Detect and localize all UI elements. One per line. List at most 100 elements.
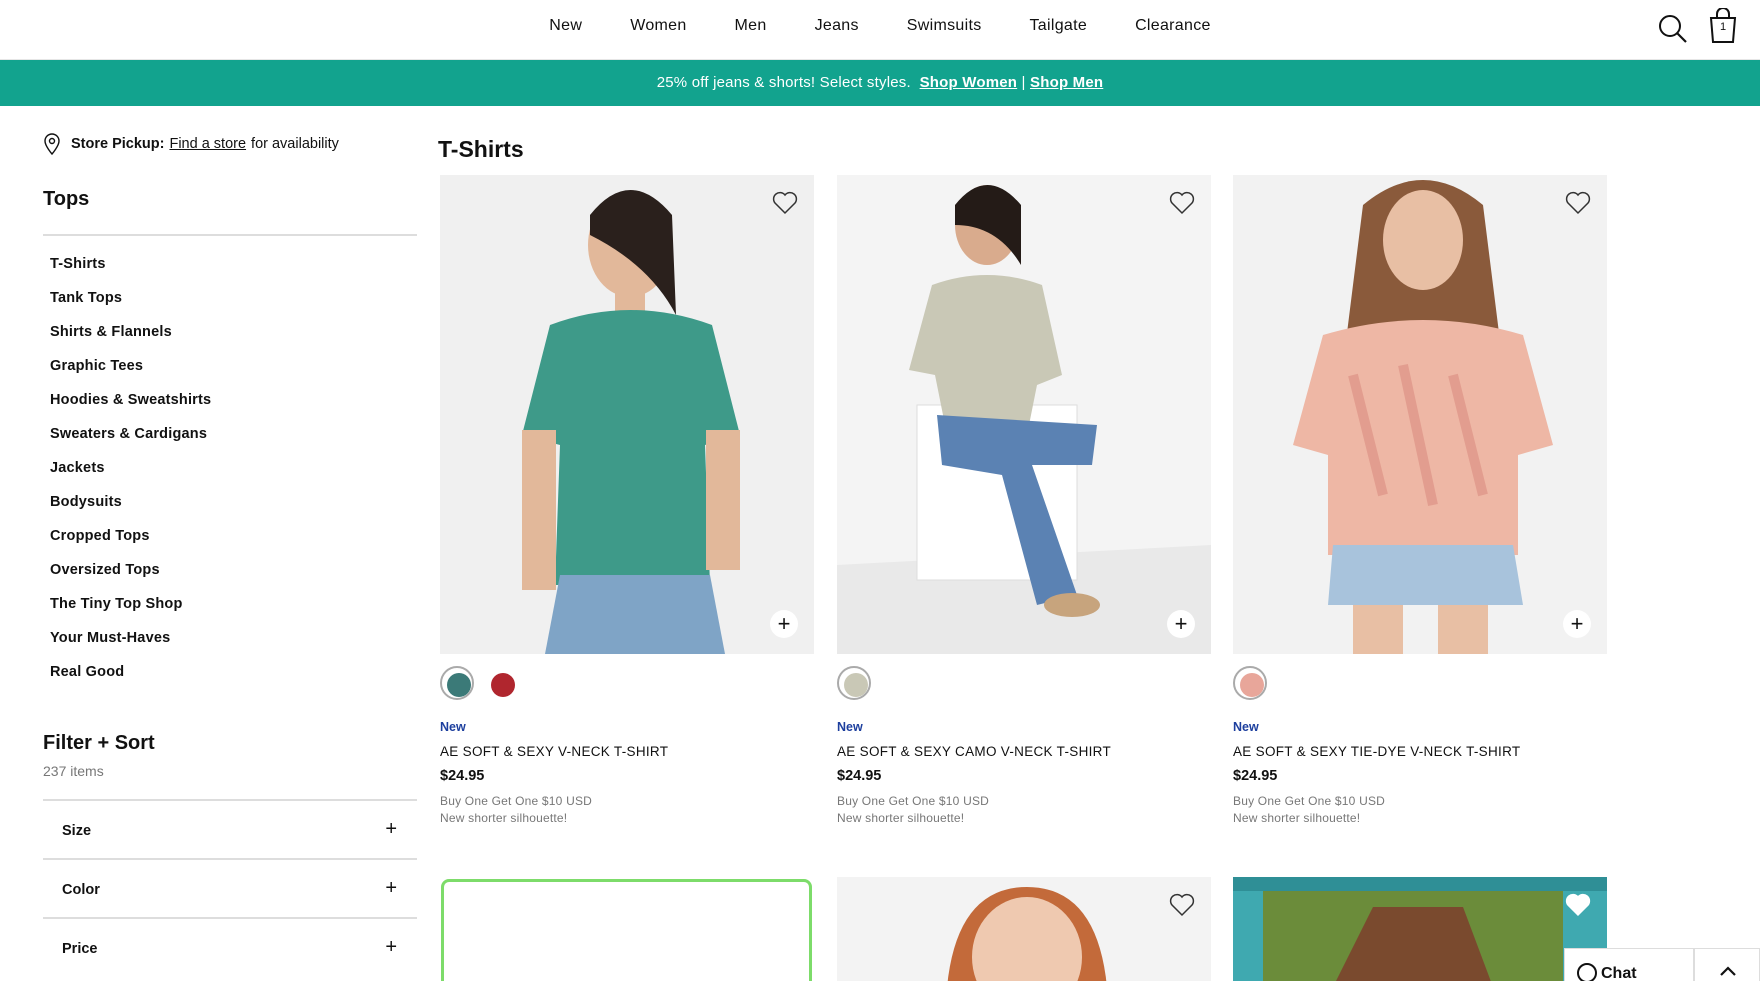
- promo-text: 25% off jeans & shorts! Select styles.: [656, 74, 911, 91]
- bag-count: 1: [1719, 21, 1727, 33]
- add-icon[interactable]: +: [1563, 610, 1591, 638]
- filter-size[interactable]: Size +: [43, 799, 417, 858]
- product-promo: Buy One Get One $10 USD: [440, 794, 593, 808]
- divider: [43, 234, 417, 236]
- category-bodysuits[interactable]: Bodysuits: [50, 488, 417, 522]
- category-sweaters-cardigans[interactable]: Sweaters & Cardigans: [50, 420, 417, 454]
- product-name[interactable]: AE SOFT & SEXY TIE-DYE V-NECK T-SHIRT: [1233, 744, 1607, 759]
- nav-link-swimsuits[interactable]: Swimsuits: [883, 17, 1006, 35]
- model-photo: [1233, 877, 1607, 981]
- product-image[interactable]: +: [837, 175, 1211, 654]
- category-tank-tops[interactable]: Tank Tops: [50, 284, 417, 318]
- filter-color[interactable]: Color +: [43, 858, 417, 917]
- product-note: New shorter silhouette!: [837, 811, 965, 825]
- heart-icon[interactable]: [1169, 191, 1195, 215]
- category-graphic-tees[interactable]: Graphic Tees: [50, 352, 417, 386]
- product-image[interactable]: [1233, 877, 1607, 981]
- product-price: $24.95: [440, 768, 485, 784]
- category-jackets[interactable]: Jackets: [50, 454, 417, 488]
- heart-icon[interactable]: [1565, 893, 1591, 917]
- product-card: + New AE SOFT & SEXY CAMO V-NECK T-SHIRT…: [837, 175, 1211, 825]
- heart-icon[interactable]: [1169, 893, 1195, 917]
- nav-link-jeans[interactable]: Jeans: [791, 17, 883, 35]
- color-swatch[interactable]: [1233, 666, 1267, 700]
- category-cropped-tops[interactable]: Cropped Tops: [50, 522, 417, 556]
- category-must-haves[interactable]: Your Must-Haves: [50, 624, 417, 658]
- product-note: New shorter silhouette!: [1233, 811, 1361, 825]
- chat-button[interactable]: Chat: [1564, 948, 1694, 981]
- model-photo: [837, 175, 1211, 654]
- item-count: 237 items: [43, 763, 104, 779]
- color-swatch[interactable]: [837, 666, 871, 700]
- filter-size-label: Size: [62, 823, 92, 839]
- color-swatches: [837, 666, 1211, 702]
- store-pickup: Store Pickup: Find a store for availabil…: [43, 130, 417, 158]
- heart-icon[interactable]: [1565, 191, 1591, 215]
- filter-sort-title: Filter + Sort: [43, 732, 155, 754]
- category-shirts-flannels[interactable]: Shirts & Flannels: [50, 318, 417, 352]
- model-photo: [1233, 175, 1607, 654]
- color-swatches: [1233, 666, 1607, 702]
- product-name[interactable]: AE SOFT & SEXY CAMO V-NECK T-SHIRT: [837, 744, 1211, 759]
- product-card: + New AE SOFT & SEXY TIE-DYE V-NECK T-SH…: [1233, 175, 1607, 825]
- color-swatch[interactable]: [484, 666, 518, 700]
- chevron-up-icon: [1720, 966, 1736, 976]
- color-swatches: [440, 666, 814, 702]
- product-image[interactable]: [837, 877, 1211, 981]
- shop-women-link[interactable]: Shop Women: [920, 74, 1018, 91]
- plus-icon: +: [385, 936, 397, 958]
- new-badge: New: [837, 720, 863, 734]
- new-badge: New: [440, 720, 466, 734]
- promo-separator: |: [1021, 74, 1026, 91]
- model-photo: [440, 175, 814, 654]
- product-price: $24.95: [837, 768, 882, 784]
- category-real-good[interactable]: Real Good: [50, 658, 417, 692]
- filter-price[interactable]: Price +: [43, 917, 417, 976]
- filter-price-label: Price: [62, 941, 98, 957]
- top-navigation: New Women Men Jeans Swimsuits Tailgate C…: [0, 0, 1760, 60]
- page-title: T-Shirts: [438, 136, 524, 162]
- scroll-top-button[interactable]: [1694, 948, 1760, 981]
- product-card: + New AE SOFT & SEXY V-NECK T-SHIRT $24.…: [440, 175, 814, 825]
- add-icon[interactable]: +: [1167, 610, 1195, 638]
- heart-icon[interactable]: [772, 191, 798, 215]
- chat-bubble-icon: [1577, 963, 1597, 981]
- promo-banner: 25% off jeans & shorts! Select styles. S…: [0, 60, 1760, 106]
- filter-color-label: Color: [62, 882, 100, 898]
- store-pickup-label: Store Pickup:: [71, 136, 165, 152]
- nav-link-new[interactable]: New: [525, 17, 606, 35]
- category-list: T-Shirts Tank Tops Shirts & Flannels Gra…: [43, 250, 417, 692]
- category-oversized-tops[interactable]: Oversized Tops: [50, 556, 417, 590]
- nav-link-tailgate[interactable]: Tailgate: [1006, 17, 1112, 35]
- product-promo: Buy One Get One $10 USD: [1233, 794, 1386, 808]
- search-icon[interactable]: [1658, 14, 1688, 44]
- nav-links: New Women Men Jeans Swimsuits Tailgate C…: [0, 17, 1760, 35]
- find-store-link[interactable]: Find a store: [169, 136, 246, 152]
- category-tiny-top-shop[interactable]: The Tiny Top Shop: [50, 590, 417, 624]
- product-card-placeholder[interactable]: [441, 879, 812, 981]
- nav-link-clearance[interactable]: Clearance: [1111, 17, 1235, 35]
- plus-icon: +: [385, 877, 397, 899]
- add-icon[interactable]: +: [770, 610, 798, 638]
- filter-list: Size + Color + Price +: [43, 799, 417, 976]
- sidebar: Store Pickup: Find a store for availabil…: [43, 130, 417, 976]
- store-pickup-suffix: for availability: [251, 136, 339, 152]
- color-swatch[interactable]: [440, 666, 474, 700]
- product-image[interactable]: +: [440, 175, 814, 654]
- plus-icon: +: [385, 818, 397, 840]
- shop-men-link[interactable]: Shop Men: [1030, 74, 1103, 91]
- shopping-bag-icon[interactable]: 1: [1708, 7, 1738, 44]
- new-badge: New: [1233, 720, 1259, 734]
- category-hoodies-sweatshirts[interactable]: Hoodies & Sweatshirts: [50, 386, 417, 420]
- product-promo: Buy One Get One $10 USD: [837, 794, 990, 808]
- location-pin-icon: [44, 133, 60, 155]
- product-image[interactable]: +: [1233, 175, 1607, 654]
- product-note: New shorter silhouette!: [440, 811, 568, 825]
- category-title: Tops: [43, 188, 90, 210]
- nav-link-women[interactable]: Women: [606, 17, 710, 35]
- chat-label: Chat: [1601, 965, 1637, 981]
- nav-link-men[interactable]: Men: [711, 17, 791, 35]
- category-t-shirts[interactable]: T-Shirts: [50, 250, 417, 284]
- product-name[interactable]: AE SOFT & SEXY V-NECK T-SHIRT: [440, 744, 814, 759]
- product-price: $24.95: [1233, 768, 1278, 784]
